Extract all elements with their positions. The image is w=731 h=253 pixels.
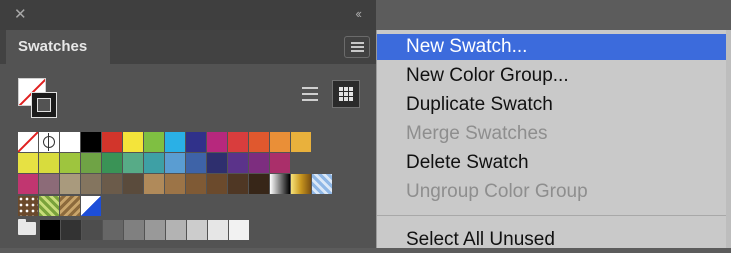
swatch[interactable] bbox=[165, 174, 185, 194]
swatch[interactable] bbox=[40, 220, 60, 240]
swatch[interactable] bbox=[291, 132, 311, 152]
swatch[interactable] bbox=[102, 132, 122, 152]
swatch[interactable] bbox=[270, 153, 290, 173]
swatch[interactable] bbox=[229, 220, 249, 240]
swatch[interactable] bbox=[165, 132, 185, 152]
swatch[interactable] bbox=[207, 153, 227, 173]
panel-tab-strip: Swatches bbox=[0, 30, 376, 65]
list-view-button[interactable] bbox=[296, 80, 324, 108]
menu-separator bbox=[377, 215, 726, 216]
swatch[interactable] bbox=[207, 132, 227, 152]
menu-scroll-edge bbox=[726, 30, 731, 248]
swatch[interactable] bbox=[60, 132, 80, 152]
swatch-none[interactable] bbox=[18, 132, 38, 152]
swatch[interactable] bbox=[228, 174, 248, 194]
swatch[interactable] bbox=[312, 174, 332, 194]
swatch[interactable] bbox=[208, 220, 228, 240]
swatch[interactable] bbox=[145, 220, 165, 240]
menu-item-new-swatch[interactable]: New Swatch... bbox=[377, 34, 726, 60]
hamburger-menu-icon bbox=[351, 42, 364, 44]
swatch[interactable] bbox=[166, 220, 186, 240]
swatch[interactable] bbox=[270, 174, 290, 194]
swatch[interactable] bbox=[228, 153, 248, 173]
swatch[interactable] bbox=[165, 153, 185, 173]
swatch[interactable] bbox=[291, 174, 311, 194]
swatch[interactable] bbox=[82, 220, 102, 240]
swatch[interactable] bbox=[123, 174, 143, 194]
swatch[interactable] bbox=[60, 153, 80, 173]
swatch[interactable] bbox=[144, 153, 164, 173]
swatch[interactable] bbox=[187, 220, 207, 240]
grid-view-icon bbox=[339, 87, 353, 101]
swatch[interactable] bbox=[270, 132, 290, 152]
swatch[interactable] bbox=[123, 132, 143, 152]
swatch[interactable] bbox=[186, 174, 206, 194]
stroke-swatch-icon[interactable] bbox=[31, 92, 57, 118]
swatch[interactable] bbox=[18, 153, 38, 173]
menu-item-delete-swatch[interactable]: Delete Swatch bbox=[377, 150, 726, 176]
swatch[interactable] bbox=[102, 174, 122, 194]
menu-item-merge-swatches[interactable]: Merge Swatches bbox=[377, 121, 726, 147]
fill-stroke-indicator[interactable] bbox=[18, 78, 62, 122]
panel-menu-button[interactable] bbox=[344, 36, 370, 58]
swatch[interactable] bbox=[60, 196, 80, 216]
swatch[interactable] bbox=[60, 174, 80, 194]
swatches-panel: ✕ ‹‹ Swatches bbox=[0, 0, 376, 248]
swatch[interactable] bbox=[124, 220, 144, 240]
swatch[interactable] bbox=[103, 220, 123, 240]
swatch[interactable] bbox=[228, 132, 248, 152]
panel-flyout-menu: New Swatch... New Color Group... Duplica… bbox=[376, 30, 731, 250]
menu-item-duplicate-swatch[interactable]: Duplicate Swatch bbox=[377, 92, 726, 118]
swatch[interactable] bbox=[102, 153, 122, 173]
swatch[interactable] bbox=[123, 153, 143, 173]
grid-view-button[interactable] bbox=[332, 80, 360, 108]
swatch[interactable] bbox=[81, 196, 101, 216]
folder-icon[interactable] bbox=[18, 219, 36, 235]
menu-item-new-color-group[interactable]: New Color Group... bbox=[377, 63, 726, 89]
swatch[interactable] bbox=[39, 196, 59, 216]
swatch[interactable] bbox=[81, 174, 101, 194]
swatch[interactable] bbox=[207, 174, 227, 194]
swatch-registration[interactable] bbox=[39, 132, 59, 152]
menu-item-ungroup-color-group[interactable]: Ungroup Color Group bbox=[377, 179, 726, 205]
tab-swatches-label: Swatches bbox=[18, 38, 88, 55]
swatch[interactable] bbox=[186, 153, 206, 173]
tab-swatches[interactable]: Swatches bbox=[6, 30, 110, 65]
swatch[interactable] bbox=[249, 132, 269, 152]
swatch[interactable] bbox=[81, 132, 101, 152]
swatch[interactable] bbox=[39, 153, 59, 173]
swatch[interactable] bbox=[61, 220, 81, 240]
swatch[interactable] bbox=[144, 174, 164, 194]
swatch[interactable] bbox=[249, 174, 269, 194]
menu-item-select-all-unused[interactable]: Select All Unused bbox=[377, 227, 726, 253]
swatch[interactable] bbox=[186, 132, 206, 152]
double-chevron-icon[interactable]: ‹‹ bbox=[355, 6, 362, 22]
swatch[interactable] bbox=[18, 174, 38, 194]
swatch[interactable] bbox=[249, 153, 269, 173]
swatch[interactable] bbox=[144, 132, 164, 152]
swatch[interactable] bbox=[18, 196, 38, 216]
panel-title-bar: ✕ ‹‹ bbox=[0, 0, 376, 30]
swatch[interactable] bbox=[81, 153, 101, 173]
close-icon[interactable]: ✕ bbox=[14, 7, 27, 23]
swatch[interactable] bbox=[39, 174, 59, 194]
